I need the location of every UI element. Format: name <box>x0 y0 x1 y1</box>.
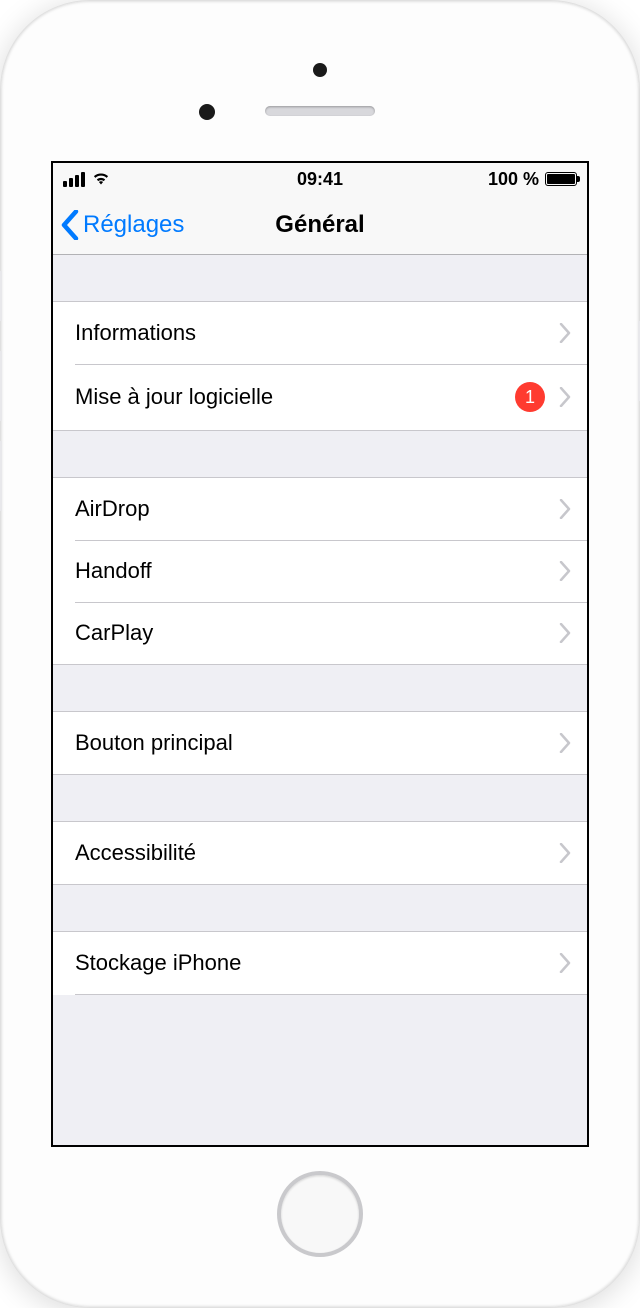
back-button-label: Réglages <box>83 211 184 239</box>
row-handoff[interactable]: Handoff <box>53 540 587 602</box>
chevron-right-icon <box>559 733 571 753</box>
section-gap <box>53 431 587 477</box>
status-time: 09:41 <box>297 169 343 190</box>
volume-down-button <box>0 441 2 511</box>
status-bar: 09:41 100 % <box>53 163 587 195</box>
wifi-icon <box>91 169 111 190</box>
section-group: Informations Mise à jour logicielle 1 <box>53 301 587 431</box>
battery-percentage: 100 % <box>488 169 539 190</box>
chevron-right-icon <box>559 953 571 973</box>
section-group: Accessibilité <box>53 821 587 885</box>
chevron-right-icon <box>559 499 571 519</box>
row-label: Informations <box>75 320 559 346</box>
settings-list[interactable]: Informations Mise à jour logicielle 1 Ai… <box>53 255 587 1145</box>
mute-switch <box>0 271 2 321</box>
home-button[interactable] <box>277 1171 363 1257</box>
row-label: Accessibilité <box>75 840 559 866</box>
front-camera <box>199 104 215 120</box>
row-home-button[interactable]: Bouton principal <box>53 712 587 774</box>
section-group: Bouton principal <box>53 711 587 775</box>
chevron-right-icon <box>559 843 571 863</box>
cellular-signal-icon <box>63 172 85 187</box>
row-label: Mise à jour logicielle <box>75 384 515 410</box>
section-group: AirDrop Handoff CarPlay <box>53 477 587 665</box>
row-separator <box>75 994 587 995</box>
row-label: Handoff <box>75 558 559 584</box>
section-gap <box>53 255 587 301</box>
earpiece-speaker <box>265 106 375 116</box>
section-gap <box>53 885 587 931</box>
row-accessibility[interactable]: Accessibilité <box>53 822 587 884</box>
chevron-right-icon <box>559 387 571 407</box>
row-airdrop[interactable]: AirDrop <box>53 478 587 540</box>
row-iphone-storage[interactable]: Stockage iPhone <box>53 932 587 994</box>
proximity-sensor <box>313 63 327 77</box>
row-label: Stockage iPhone <box>75 950 559 976</box>
row-label: Bouton principal <box>75 730 559 756</box>
row-about[interactable]: Informations <box>53 302 587 364</box>
row-label: CarPlay <box>75 620 559 646</box>
row-software-update[interactable]: Mise à jour logicielle 1 <box>53 364 587 430</box>
chevron-right-icon <box>559 323 571 343</box>
section-gap <box>53 665 587 711</box>
navigation-bar: Réglages Général <box>53 195 587 255</box>
battery-icon <box>545 172 577 186</box>
volume-up-button <box>0 351 2 421</box>
notification-badge: 1 <box>515 382 545 412</box>
iphone-device-frame: 09:41 100 % Réglages Général Information… <box>0 0 640 1308</box>
row-label: AirDrop <box>75 496 559 522</box>
chevron-right-icon <box>559 623 571 643</box>
chevron-left-icon <box>61 210 79 240</box>
page-title: Général <box>275 211 364 239</box>
screen: 09:41 100 % Réglages Général Information… <box>51 161 589 1147</box>
section-group: Stockage iPhone <box>53 931 587 995</box>
section-gap <box>53 775 587 821</box>
chevron-right-icon <box>559 561 571 581</box>
row-carplay[interactable]: CarPlay <box>53 602 587 664</box>
back-button[interactable]: Réglages <box>61 210 184 240</box>
